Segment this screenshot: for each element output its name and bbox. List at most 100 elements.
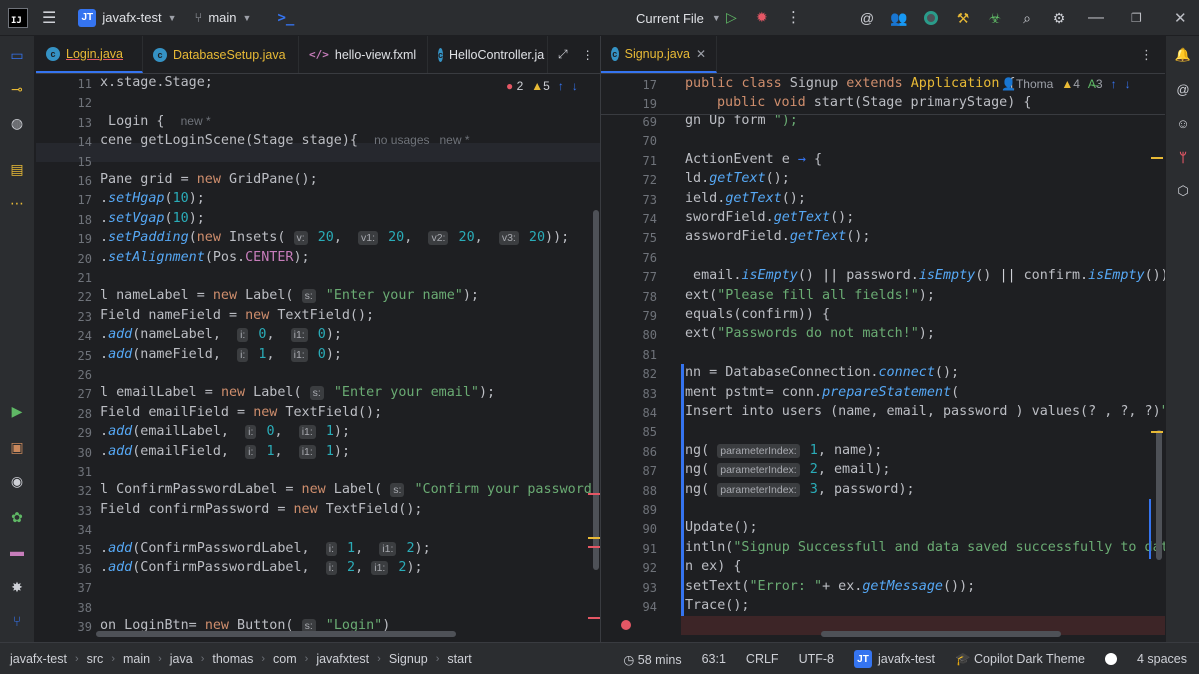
sticky-code-line[interactable]: public void start(Stage primaryStage) { [717,95,1031,110]
services-tool-icon[interactable]: ▣ [8,438,26,456]
line-number[interactable]: 84 [601,406,657,420]
code-line[interactable]: .add(nameLabel, i: 0, i1: 0); [100,327,342,343]
line-number[interactable]: 80 [601,328,657,342]
code-line[interactable]: .add(ConfirmPasswordLabel, i: 1, i1: 2); [100,541,431,556]
status-circle-icon[interactable] [1104,653,1117,665]
tab-signup-java[interactable]: c Signup.java ✕ [601,36,717,73]
next-highlight-icon[interactable]: ↓ [1125,77,1131,91]
line-separator[interactable]: CRLF [746,652,779,666]
vertical-scrollbar[interactable] [593,210,599,570]
ai-assistant-icon[interactable]: @ [858,9,876,27]
tab-hellocontroller-java[interactable]: c HelloController.ja [428,36,548,73]
right-editor[interactable]: 17 public class Signup extends Applicatio… [601,75,1165,639]
code-line[interactable]: Update(); [685,520,758,535]
line-number[interactable]: 72 [601,173,657,187]
code-line[interactable]: ext("Passwords do not match!"); [685,326,935,341]
line-number[interactable]: 39 [36,620,92,634]
structure-tool-icon[interactable]: ▤ [8,160,26,178]
code-line[interactable]: asswordField.getText(); [685,229,870,244]
code-line[interactable]: ActionEvent e → { [685,152,822,167]
code-line[interactable]: .add(nameField, i: 1, i1: 0); [100,347,342,362]
terminal-icon[interactable]: >_ [277,10,294,26]
line-number[interactable]: 93 [601,581,657,595]
vertical-scrollbar[interactable] [1156,430,1162,560]
code-line[interactable]: n ex) { [685,559,741,574]
breadcrumb-item[interactable]: start [447,652,471,666]
code-line[interactable]: email.isEmpty() || password.isEmpty() ||… [685,268,1165,283]
code-line[interactable]: Login { new * [100,114,211,129]
more-tools-icon[interactable]: ⋯ [8,194,26,212]
code-line[interactable]: cene getLoginScene(Stage stage){ no usag… [100,133,470,148]
line-number[interactable]: 17 [601,78,657,92]
line-number[interactable]: 30 [36,446,92,460]
breadcrumb-item[interactable]: Signup [389,652,428,666]
line-number[interactable]: 18 [36,213,92,227]
copilot-chat-icon[interactable]: ☺ [1174,114,1192,132]
line-number[interactable]: 73 [601,193,657,207]
tab-actions-icon[interactable]: ⋮ [1140,36,1165,73]
file-encoding[interactable]: UTF-8 [799,652,834,666]
line-number[interactable]: 79 [601,309,657,323]
code-line[interactable]: nn = DatabaseConnection.connect(); [685,365,959,380]
plugin-status-icon[interactable] [922,9,940,27]
line-number[interactable]: 19 [601,97,657,111]
code-line[interactable]: gn Up form "); [685,113,798,128]
breadcrumb-item[interactable]: com [273,652,297,666]
theme-widget[interactable]: 🎓 Copilot Dark Theme [955,652,1085,667]
line-number[interactable]: 38 [36,601,92,615]
prev-highlight-icon[interactable]: ↑ [1111,77,1117,91]
github-icon[interactable]: ◍ [8,114,26,132]
line-number[interactable]: 33 [36,504,92,518]
warning-stripe[interactable] [588,537,600,539]
minimize-icon[interactable]: — [1088,0,1104,36]
inspection-widget[interactable]: ● 2 ▲5 ↑ ↓ [506,79,578,93]
line-number[interactable]: 86 [601,445,657,459]
close-window-icon[interactable]: ✕ [1174,0,1187,36]
ai-chat-icon[interactable]: @ [1174,80,1192,98]
copilot-icon[interactable]: ☣ [986,9,1004,27]
caret-position[interactable]: 63:1 [702,652,726,666]
line-number[interactable]: 25 [36,349,92,363]
breadcrumb-item[interactable]: java [170,652,193,666]
search-icon[interactable]: ⌕ [1018,9,1036,27]
horizontal-scrollbar[interactable] [821,631,1061,637]
line-number[interactable]: 23 [36,310,92,324]
breadcrumb-item[interactable]: javafx-test [10,652,67,666]
line-number[interactable]: 13 [36,116,92,130]
more-actions-icon[interactable]: ⋮ [786,8,801,26]
line-number[interactable]: 85 [601,425,657,439]
code-with-me-icon[interactable]: 👥 [890,9,908,27]
settings-icon[interactable]: ⚙ [1050,9,1068,27]
code-line[interactable]: .setVgap(10); [100,211,205,226]
line-number[interactable]: 32 [36,484,92,498]
notifications-icon[interactable]: 🔔 [1174,46,1192,64]
line-number[interactable]: 88 [601,484,657,498]
code-line[interactable]: Insert into users (name, email, password… [685,404,1165,419]
code-line[interactable]: .add(LoginBtn, i: 4, i1: 4 ); [100,638,342,639]
code-line[interactable]: Field confirmPassword = new TextField(); [100,502,422,517]
error-stripe[interactable] [588,493,600,495]
terminal-tool-icon[interactable]: ▬ [8,542,26,560]
code-line[interactable]: x.stage.Stage; [100,75,213,90]
gradle-icon[interactable]: ⬡ [1174,182,1192,200]
breakpoint-icon[interactable] [621,620,631,630]
tab-databasesetup-java[interactable]: c DatabaseSetup.java [143,36,299,73]
line-number[interactable]: 22 [36,290,92,304]
code-line[interactable]: equals(confirm)) { [685,307,830,322]
code-line[interactable]: ment pstmt= conn.prepareStatement( [685,385,959,400]
line-number[interactable]: 83 [601,387,657,401]
plugins-tool-icon[interactable]: ✿ [8,508,26,526]
error-stripe[interactable] [588,617,600,619]
branch-selector[interactable]: ⑂ main ▼ [195,10,252,25]
project-status[interactable]: JT javafx-test [854,650,935,668]
line-number[interactable]: 34 [36,523,92,537]
commit-tool-icon[interactable]: ⊸ [8,80,26,98]
line-number[interactable]: 87 [601,464,657,478]
line-number[interactable]: 27 [36,387,92,401]
line-number[interactable]: 91 [601,542,657,556]
split-editor-icon[interactable]: ⤢ [558,47,568,62]
tab-hello-view-fxml[interactable]: </> hello-view.fxml [299,36,428,73]
line-number[interactable]: 20 [36,252,92,266]
line-number[interactable]: 14 [36,135,92,149]
line-number[interactable]: 78 [601,290,657,304]
